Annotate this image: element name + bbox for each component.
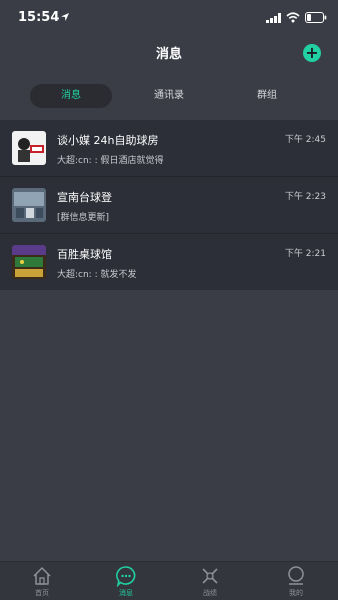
bottom-tab-bar: 首页 消息 战绩 我的 [0, 561, 338, 600]
conversation-preview: [群信息更新] [57, 213, 110, 223]
conversation-name: 谈小媒 24h自助球房 [57, 134, 159, 147]
conversation-row[interactable]: 宣南台球登 下午 2:23 [群信息更新] [0, 177, 338, 234]
home-icon [33, 567, 51, 585]
tabbar-label: 首页 [35, 589, 49, 597]
conversation-preview: 大超:cn: : 假日酒店就觉得 [57, 156, 164, 166]
conversation-time: 下午 2:23 [284, 192, 326, 202]
conversation-time: 下午 2:45 [284, 135, 326, 145]
profile-icon [288, 566, 304, 585]
tabbar-label: 消息 [119, 589, 133, 597]
status-time: 15:54 [18, 10, 60, 25]
tabbar-item-profile[interactable]: 我的 [266, 565, 326, 600]
tab-contacts[interactable]: 通讯录 [128, 84, 210, 108]
tabbar-item-messages[interactable]: 消息 [96, 565, 156, 600]
add-button[interactable]: + [303, 44, 321, 62]
cue-icon [202, 568, 218, 584]
conversation-time: 下午 2:21 [284, 249, 326, 259]
battery-icon [305, 12, 327, 23]
tab-messages[interactable]: 消息 [30, 84, 112, 108]
conversation-row[interactable]: 百胜桌球馆 下午 2:21 大超:cn: : 就发不发 [0, 234, 338, 290]
page-title: 消息 [155, 47, 182, 62]
avatar [12, 188, 46, 222]
conversation-name: 宣南台球登 [57, 191, 112, 204]
conversation-row[interactable]: 谈小媒 24h自助球房 下午 2:45 大超:cn: : 假日酒店就觉得 [0, 120, 338, 177]
signal-icon [266, 13, 281, 23]
wifi-icon [286, 12, 300, 23]
avatar [12, 131, 46, 165]
location-arrow-icon [61, 13, 69, 21]
tabbar-label: 我的 [289, 589, 303, 597]
conversation-preview: 大超:cn: : 就发不发 [57, 270, 137, 280]
tabbar-item-record[interactable]: 战绩 [180, 565, 240, 600]
conversation-list: 谈小媒 24h自助球房 下午 2:45 大超:cn: : 假日酒店就觉得 宣南台… [0, 120, 338, 290]
segment-tabs: 消息 通讯录 群组 [0, 84, 338, 108]
status-bar: 15:54 [0, 0, 338, 34]
screen: 15:54 消息 + 消息 通讯录 群组 谈小媒 24h自助球房 下午 2:45… [0, 0, 338, 600]
conversation-name: 百胜桌球馆 [57, 248, 112, 261]
chat-icon [116, 566, 136, 587]
tab-groups[interactable]: 群组 [226, 84, 308, 108]
avatar [12, 245, 46, 279]
tabbar-label: 战绩 [203, 589, 217, 597]
tabbar-item-home[interactable]: 首页 [12, 565, 72, 600]
